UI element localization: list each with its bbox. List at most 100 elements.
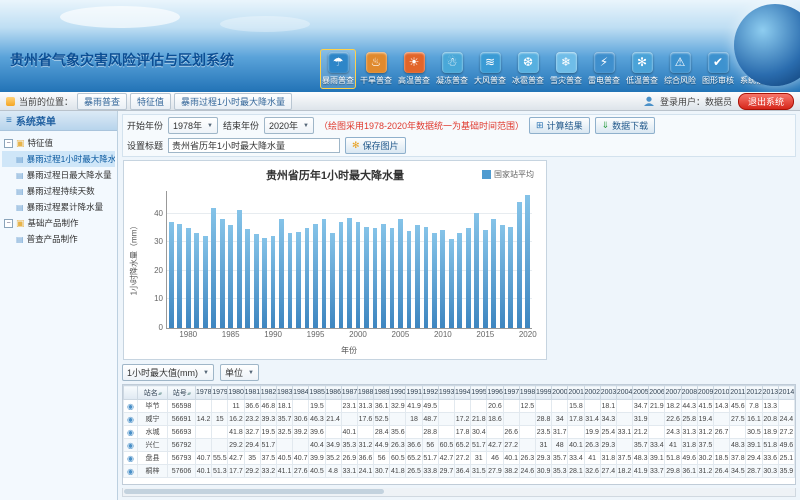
col-header-1980[interactable]: 1980 <box>228 386 244 400</box>
col-header-1988[interactable]: 1988 <box>357 386 373 400</box>
row-select-cell[interactable]: ◉ <box>124 439 138 452</box>
tree-group-特征值[interactable]: −▣特征值 <box>2 135 115 151</box>
legend-swatch <box>482 170 491 179</box>
col-header-1990[interactable]: 1990 <box>390 386 406 400</box>
tree-group-基础产品制作[interactable]: −▣基础产品制作 <box>2 215 115 231</box>
col-header-1997[interactable]: 1997 <box>503 386 519 400</box>
col-header-1998[interactable]: 1998 <box>519 386 535 400</box>
expander-icon[interactable]: − <box>4 139 13 148</box>
chart-title-input[interactable] <box>168 138 340 153</box>
value-type-select[interactable]: 1小时最大值(mm)▼ <box>122 364 214 381</box>
col-header-1991[interactable]: 1991 <box>406 386 422 400</box>
tree-item-暴雨过程持续天数[interactable]: ▤暴雨过程持续天数 <box>2 183 115 199</box>
col-header-站名[interactable]: 站名 ▴▾ <box>138 386 168 400</box>
col-header-2000[interactable]: 2000 <box>552 386 568 400</box>
col-header-1993[interactable]: 1993 <box>438 386 454 400</box>
value-cell: 11 <box>228 400 244 413</box>
scrollbar-thumb[interactable] <box>124 489 384 494</box>
col-header-2001[interactable]: 2001 <box>568 386 584 400</box>
table-row-毕节[interactable]: ◉毕节565981136.646.818.119.523.131.336.132… <box>124 400 795 413</box>
value-cell: 40.7 <box>293 452 309 465</box>
module-暴雨普查[interactable]: ☂暴雨普查 <box>320 49 356 89</box>
table-row-威宁[interactable]: ◉威宁5669114.21516.223.239.335.730.646.321… <box>124 413 795 426</box>
save-image-button[interactable]: ✻保存图片 <box>345 137 406 154</box>
row-select-cell[interactable]: ◉ <box>124 452 138 465</box>
col-header-2002[interactable]: 2002 <box>584 386 600 400</box>
col-header-2005[interactable]: 2005 <box>633 386 649 400</box>
bar-2000 <box>356 222 361 328</box>
col-header-站号[interactable]: 站号 ▴▾ <box>168 386 196 400</box>
col-header-1992[interactable]: 1992 <box>422 386 438 400</box>
module-综合风险[interactable]: ⚠综合风险 <box>662 49 698 89</box>
module-低温普查[interactable]: ✻低温普查 <box>624 49 660 89</box>
row-select-cell[interactable]: ◉ <box>124 400 138 413</box>
col-header-2012[interactable]: 2012 <box>746 386 762 400</box>
module-图形审核[interactable]: ✔图形审核 <box>700 49 736 89</box>
row-radio-icon[interactable]: ◉ <box>127 402 134 411</box>
value-cell: 37.5 <box>260 452 276 465</box>
logout-button[interactable]: 退出系统 <box>738 93 794 110</box>
unit-select[interactable]: 单位▼ <box>220 364 259 381</box>
col-header-2003[interactable]: 2003 <box>600 386 616 400</box>
col-header-2007[interactable]: 2007 <box>665 386 681 400</box>
col-header-1994[interactable]: 1994 <box>455 386 471 400</box>
table-row-水城[interactable]: ◉水城5669341.832.719.532.539.239.640.128.4… <box>124 426 795 439</box>
col-header-2008[interactable]: 2008 <box>681 386 697 400</box>
module-凝冻普查[interactable]: ☃凝冻普查 <box>434 49 470 89</box>
col-header-2013[interactable]: 2013 <box>762 386 778 400</box>
breadcrumb-item-0[interactable]: 暴雨普查 <box>77 93 127 110</box>
tree-item-普查产品制作[interactable]: ▤普查产品制作 <box>2 231 115 247</box>
expander-icon[interactable]: − <box>4 219 13 228</box>
col-header-1996[interactable]: 1996 <box>487 386 503 400</box>
col-header-2011[interactable]: 2011 <box>730 386 746 400</box>
end-year-select[interactable]: 2020年▼ <box>264 117 314 134</box>
col-header-1995[interactable]: 1995 <box>471 386 487 400</box>
col-header-1999[interactable]: 1999 <box>535 386 551 400</box>
download-button[interactable]: ⇓数据下载 <box>595 117 656 134</box>
chart-legend[interactable]: 国家站平均 <box>482 169 534 180</box>
breadcrumb-item-1[interactable]: 特征值 <box>130 93 171 110</box>
col-header-2010[interactable]: 2010 <box>714 386 730 400</box>
tree-item-暴雨过程累计降水量[interactable]: ▤暴雨过程累计降水量 <box>2 199 115 215</box>
horizontal-scrollbar[interactable] <box>122 488 796 497</box>
module-大风普查[interactable]: ≋大风普查 <box>472 49 508 89</box>
row-radio-icon[interactable]: ◉ <box>127 454 134 463</box>
row-radio-icon[interactable]: ◉ <box>127 428 134 437</box>
row-select-cell[interactable]: ◉ <box>124 426 138 439</box>
table-row-兴仁[interactable]: ◉兴仁5679229.229.451.740.434.935.331.244.9… <box>124 439 795 452</box>
col-header-2014[interactable]: 2014 <box>778 386 794 400</box>
tree-item-暴雨过程日最大降水量[interactable]: ▤暴雨过程日最大降水量 <box>2 167 115 183</box>
col-header-1982[interactable]: 1982 <box>260 386 276 400</box>
module-雪灾普查[interactable]: ❄雪灾普查 <box>548 49 584 89</box>
start-year-select[interactable]: 1978年▼ <box>168 117 218 134</box>
row-radio-icon[interactable]: ◉ <box>127 441 134 450</box>
table-row-桐梓[interactable]: ◉桐梓5760640.151.317.729.233.241.127.640.5… <box>124 465 795 478</box>
col-header-1984[interactable]: 1984 <box>293 386 309 400</box>
tree-item-暴雨过程1小时最大降水量[interactable]: ▤暴雨过程1小时最大降水量 <box>2 151 115 167</box>
col-header-1985[interactable]: 1985 <box>309 386 325 400</box>
sort-icon[interactable]: ▴▾ <box>158 391 161 397</box>
module-冰雹普查[interactable]: ❆冰雹普查 <box>510 49 546 89</box>
row-radio-icon[interactable]: ◉ <box>127 467 134 476</box>
module-高温普查[interactable]: ☀高温普查 <box>396 49 432 89</box>
col-header-1986[interactable]: 1986 <box>325 386 341 400</box>
col-header-2006[interactable]: 2006 <box>649 386 665 400</box>
col-header-2009[interactable]: 2009 <box>697 386 713 400</box>
col-header-1987[interactable]: 1987 <box>341 386 357 400</box>
col-header-1981[interactable]: 1981 <box>244 386 260 400</box>
breadcrumb-item-2[interactable]: 暴雨过程1小时最大降水量 <box>174 93 292 110</box>
calculate-button[interactable]: ⊞计算结果 <box>529 117 590 134</box>
col-header-1983[interactable]: 1983 <box>276 386 292 400</box>
sort-icon[interactable]: ▴▾ <box>187 391 190 397</box>
col-header-2004[interactable]: 2004 <box>616 386 632 400</box>
row-select-cell[interactable]: ◉ <box>124 465 138 478</box>
value-cell: 30.7 <box>374 465 390 478</box>
col-header-1978[interactable]: 1978 <box>196 386 212 400</box>
row-select-cell[interactable]: ◉ <box>124 413 138 426</box>
module-雷电普查[interactable]: ⚡雷电普查 <box>586 49 622 89</box>
module-干旱普查[interactable]: ♨干旱普查 <box>358 49 394 89</box>
col-header-1979[interactable]: 1979 <box>212 386 228 400</box>
table-row-盘县[interactable]: ◉盘县5679340.755.542.73537.540.540.739.935… <box>124 452 795 465</box>
col-header-1989[interactable]: 1989 <box>374 386 390 400</box>
row-radio-icon[interactable]: ◉ <box>127 415 134 424</box>
